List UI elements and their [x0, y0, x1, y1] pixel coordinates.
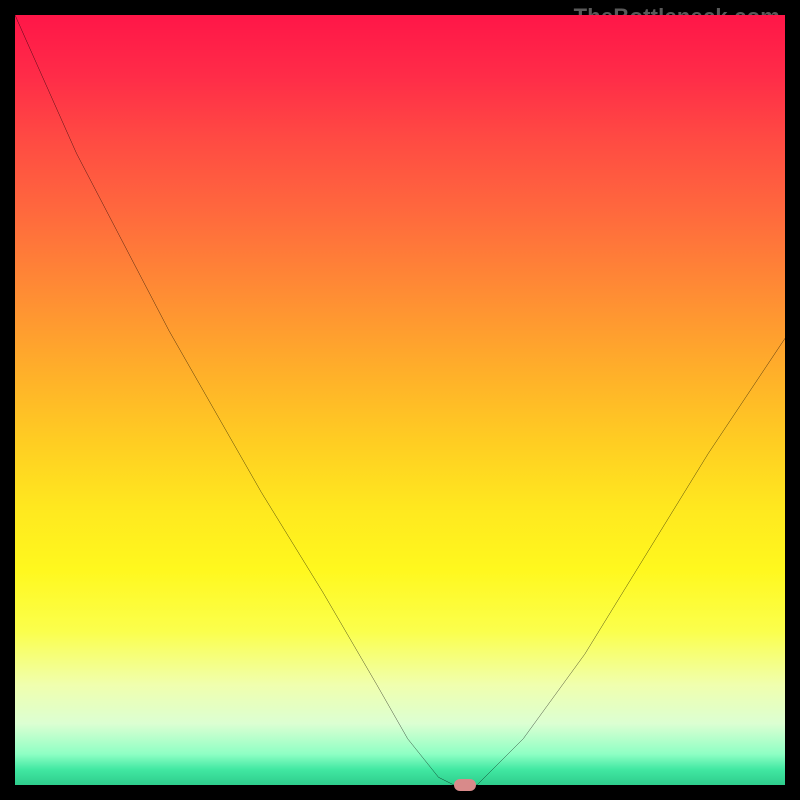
chart-frame — [15, 15, 785, 785]
curve-path — [15, 15, 785, 785]
bottleneck-curve — [15, 15, 785, 785]
bottleneck-marker-icon — [454, 779, 476, 791]
